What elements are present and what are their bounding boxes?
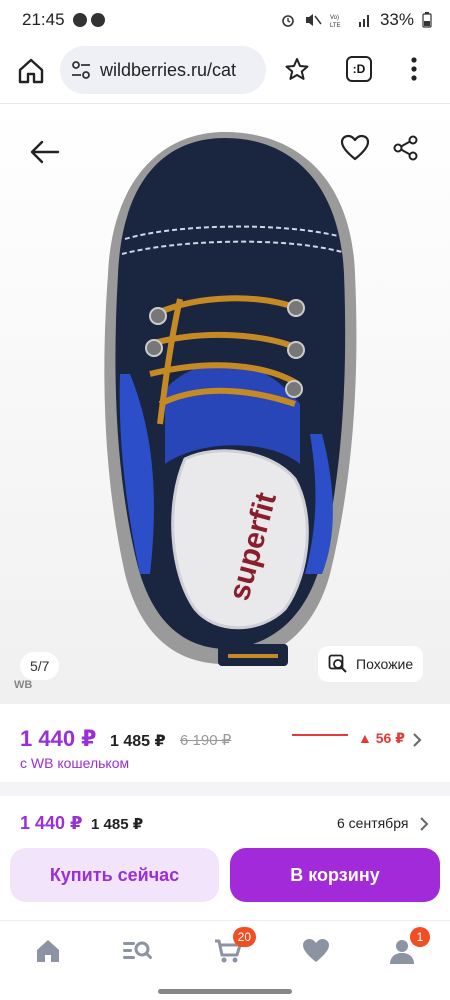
purchase-price-secondary: 1 485 ₽ <box>91 816 144 833</box>
price-delta: ▲ 56 ₽ <box>358 730 405 746</box>
delivery-date[interactable]: 6 сентября <box>337 815 408 831</box>
chevron-right-icon[interactable] <box>412 732 422 748</box>
add-to-cart-button[interactable]: В корзину <box>230 848 440 902</box>
product-image-gallery[interactable]: superfit 5/7 WB Похожие <box>0 104 450 704</box>
bottom-navigation: 20 1 <box>0 920 450 1000</box>
similar-products-button[interactable]: Похожие <box>318 646 424 682</box>
purchase-panel: 1 440 ₽ 1 485 ₽ 6 сентября Купить сейчас… <box>0 796 450 920</box>
nav-profile[interactable]: 1 <box>384 927 430 969</box>
heart-icon <box>303 939 329 962</box>
nav-favorites[interactable] <box>298 933 334 969</box>
home-icon <box>37 940 59 962</box>
address-bar[interactable]: wildberries.ru/cat <box>60 46 266 94</box>
browser-toolbar: wildberries.ru/cat :D <box>0 40 450 104</box>
status-bar: 21:45 Vo) LTE 33% <box>0 0 450 40</box>
site-settings-icon[interactable] <box>70 59 92 81</box>
nav-cart[interactable]: 20 <box>210 927 256 969</box>
price-current: 1 440 ₽ <box>20 726 97 751</box>
tab-switcher-button[interactable]: :D <box>346 56 372 82</box>
wallet-note: с WB кошельком <box>20 755 130 771</box>
notification-icons <box>72 13 105 27</box>
share-icon[interactable] <box>392 134 420 162</box>
mute-icon <box>305 14 322 26</box>
signal-icon <box>358 15 369 27</box>
back-arrow-icon[interactable] <box>28 136 60 168</box>
price-secondary: 1 485 ₽ <box>110 733 166 750</box>
status-right: Vo) LTE 33% <box>280 10 432 30</box>
favorite-heart-icon[interactable] <box>340 134 370 162</box>
section-divider <box>0 782 450 796</box>
notification-icon <box>72 13 87 27</box>
gallery-counter: 5/7 <box>20 652 60 680</box>
price-history-line <box>292 734 348 736</box>
buy-now-button[interactable]: Купить сейчас <box>10 848 219 902</box>
svg-text:LTE: LTE <box>330 23 341 28</box>
more-menu-icon[interactable] <box>410 56 418 82</box>
home-icon[interactable] <box>16 56 46 86</box>
profile-badge: 1 <box>410 927 430 947</box>
volte-icon: Vo) LTE <box>330 15 341 28</box>
similar-label: Похожие <box>356 656 414 672</box>
wb-watermark: WB <box>14 679 33 691</box>
notification-icon <box>90 13 105 27</box>
nav-catalog[interactable] <box>119 933 155 969</box>
status-time: 21:45 <box>22 10 65 29</box>
cart-badge: 20 <box>232 927 256 947</box>
gesture-handle <box>158 989 292 994</box>
svg-text:Vo): Vo) <box>330 15 339 21</box>
alarm-icon <box>282 15 294 27</box>
price-summary[interactable]: 1 440 ₽ 1 485 ₽ 6 190 ₽ с WB кошельком ▲… <box>0 704 450 782</box>
price-old: 6 190 ₽ <box>180 732 232 749</box>
chevron-right-icon[interactable] <box>419 816 429 832</box>
nav-home[interactable] <box>30 933 66 969</box>
search-similar-icon <box>328 654 347 673</box>
url-text: wildberries.ru/cat <box>100 59 237 80</box>
bookmark-star-icon[interactable] <box>284 56 310 82</box>
battery-percent: 33% <box>379 10 414 29</box>
battery-icon <box>422 12 432 28</box>
purchase-price-current: 1 440 ₽ <box>20 813 83 833</box>
product-photo-shoe: superfit <box>0 104 450 704</box>
catalog-search-icon <box>123 941 152 959</box>
